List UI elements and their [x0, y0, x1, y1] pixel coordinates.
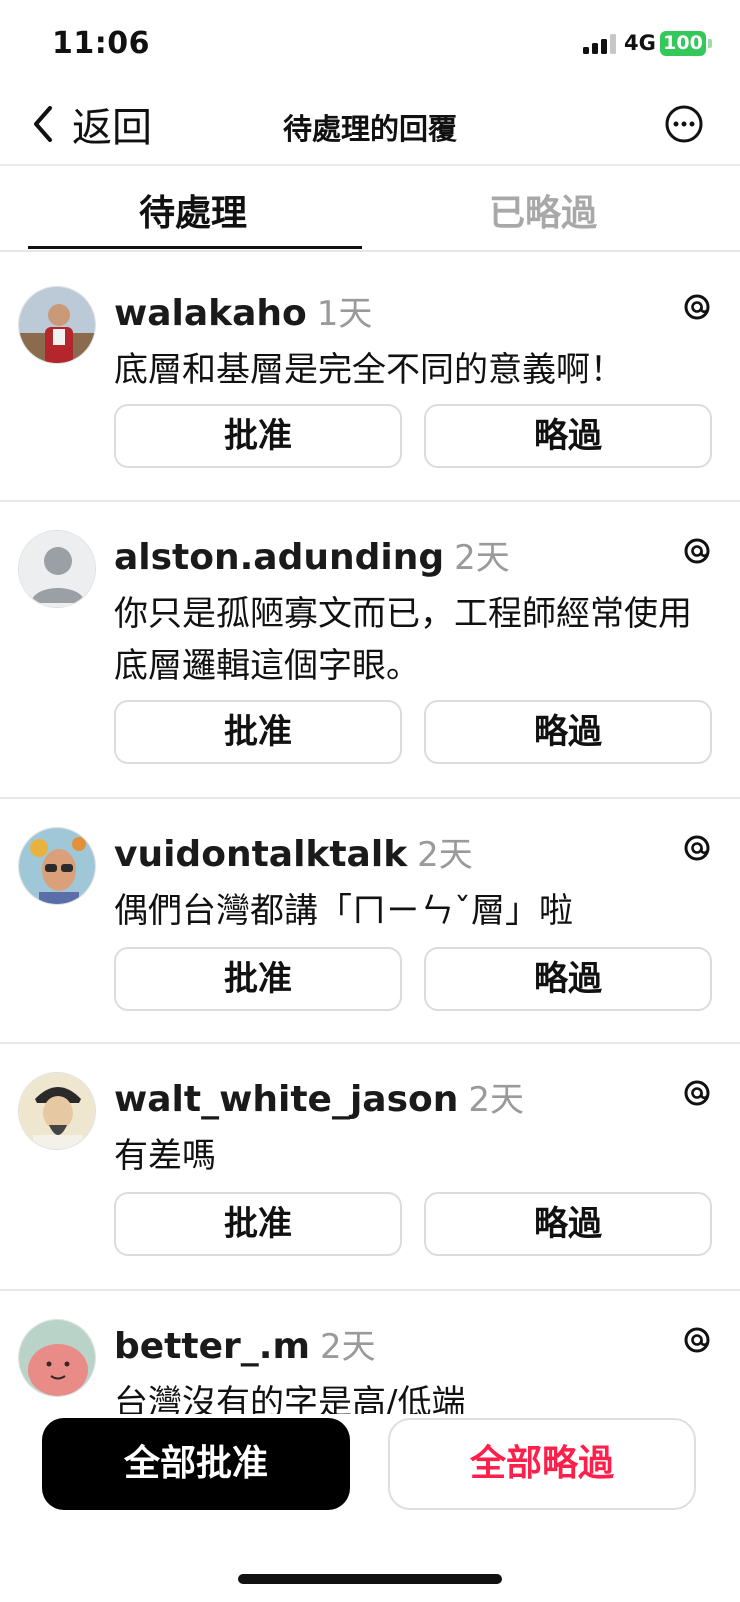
reply-actions: 批准 略過	[114, 700, 712, 764]
username[interactable]: walakaho	[114, 293, 307, 334]
reply-actions: 批准 略過	[114, 404, 712, 468]
approve-button[interactable]: 批准	[114, 404, 402, 468]
username[interactable]: better_.m	[114, 1326, 310, 1367]
network-label: 4G	[624, 31, 656, 55]
threads-icon[interactable]	[682, 536, 712, 566]
status-bar: 11:06 4G 100	[0, 0, 740, 84]
ignore-all-button[interactable]: 全部略過	[388, 1418, 696, 1510]
reply-text: 有差嗎	[114, 1136, 216, 1176]
tab-bar: 待處理 已略過	[0, 166, 740, 252]
pending-replies-list: walakaho 1天 底層和基層是完全不同的意義啊！ 批准 略過 alston…	[0, 258, 740, 1414]
username[interactable]: walt_white_jason	[114, 1079, 458, 1120]
reply-header: walakaho 1天	[114, 286, 372, 335]
page-title: 待處理的回覆	[282, 112, 457, 146]
threads-icon[interactable]	[682, 1078, 712, 1108]
status-time: 11:06	[52, 26, 150, 61]
reply-actions: 批准 略過	[114, 947, 712, 1011]
avatar[interactable]	[18, 827, 96, 905]
default-avatar-icon	[19, 531, 95, 607]
more-icon[interactable]	[664, 104, 704, 144]
reply-text: 偶們台灣都講「ㄇㄧㄣˇ層」啦	[114, 891, 573, 931]
ignore-button[interactable]: 略過	[424, 700, 712, 764]
reply-header: alston.adunding 2天	[114, 530, 510, 579]
nav-bar: 返回 待處理的回覆	[0, 84, 740, 166]
ignore-button[interactable]: 略過	[424, 404, 712, 468]
reply-item: vuidontalktalk 2天 偶們台灣都講「ㄇㄧㄣˇ層」啦 批准 略過	[0, 799, 740, 1044]
reply-actions: 批准 略過	[114, 1192, 712, 1256]
threads-icon[interactable]	[682, 833, 712, 863]
approve-button[interactable]: 批准	[114, 947, 402, 1011]
avatar-photo	[19, 287, 95, 363]
reply-header: better_.m 2天	[114, 1319, 376, 1368]
reply-item: walt_white_jason 2天 有差嗎 批准 略過	[0, 1044, 740, 1291]
reply-item: walakaho 1天 底層和基層是完全不同的意義啊！ 批准 略過	[0, 258, 740, 502]
username[interactable]: alston.adunding	[114, 537, 444, 578]
timestamp: 2天	[319, 1327, 376, 1367]
timestamp: 2天	[468, 1080, 525, 1120]
tab-ignored[interactable]: 已略過	[378, 184, 708, 236]
threads-icon[interactable]	[682, 292, 712, 322]
tab-pending[interactable]: 待處理	[28, 184, 358, 236]
active-tab-indicator	[28, 246, 362, 249]
timestamp: 1天	[316, 294, 373, 334]
battery-tip	[708, 39, 712, 48]
approve-button[interactable]: 批准	[114, 700, 402, 764]
username[interactable]: vuidontalktalk	[114, 834, 407, 875]
home-indicator[interactable]	[238, 1574, 502, 1584]
approve-all-button[interactable]: 全部批准	[42, 1418, 350, 1510]
reply-header: vuidontalktalk 2天	[114, 827, 473, 876]
bottom-action-bar: 全部批准 全部略過	[0, 1414, 740, 1602]
reply-text: 底層和基層是完全不同的意義啊！	[114, 350, 624, 390]
timestamp: 2天	[417, 835, 473, 875]
reply-item: alston.adunding 2天 你只是孤陋寡文而已，工程師經常使用底層邏輯…	[0, 502, 740, 799]
battery-indicator: 100	[660, 31, 706, 56]
reply-item: better_.m 2天 台灣沒有的字是高/低端 批准 略過	[0, 1291, 740, 1414]
approve-button[interactable]: 批准	[114, 1192, 402, 1256]
avatar[interactable]	[18, 286, 96, 364]
avatar[interactable]	[18, 1072, 96, 1150]
timestamp: 2天	[454, 538, 510, 578]
signal-icon	[583, 34, 616, 54]
reply-text: 台灣沒有的字是高/低端	[114, 1383, 466, 1414]
reply-header: walt_white_jason 2天	[114, 1072, 524, 1121]
avatar[interactable]	[18, 1319, 96, 1397]
avatar-illustration	[19, 828, 95, 904]
avatar-portrait	[19, 1073, 95, 1149]
ignore-button[interactable]: 略過	[424, 1192, 712, 1256]
reply-text: 你只是孤陋寡文而已，工程師經常使用底層邏輯這個字眼。	[114, 594, 692, 686]
ignore-button[interactable]: 略過	[424, 947, 712, 1011]
threads-icon[interactable]	[682, 1325, 712, 1355]
avatar[interactable]	[18, 530, 96, 608]
screen: 11:06 4G 100 返回 待處理的回覆 待處理 已略過 walakaho …	[0, 0, 740, 1602]
avatar-cartoon	[19, 1320, 95, 1396]
